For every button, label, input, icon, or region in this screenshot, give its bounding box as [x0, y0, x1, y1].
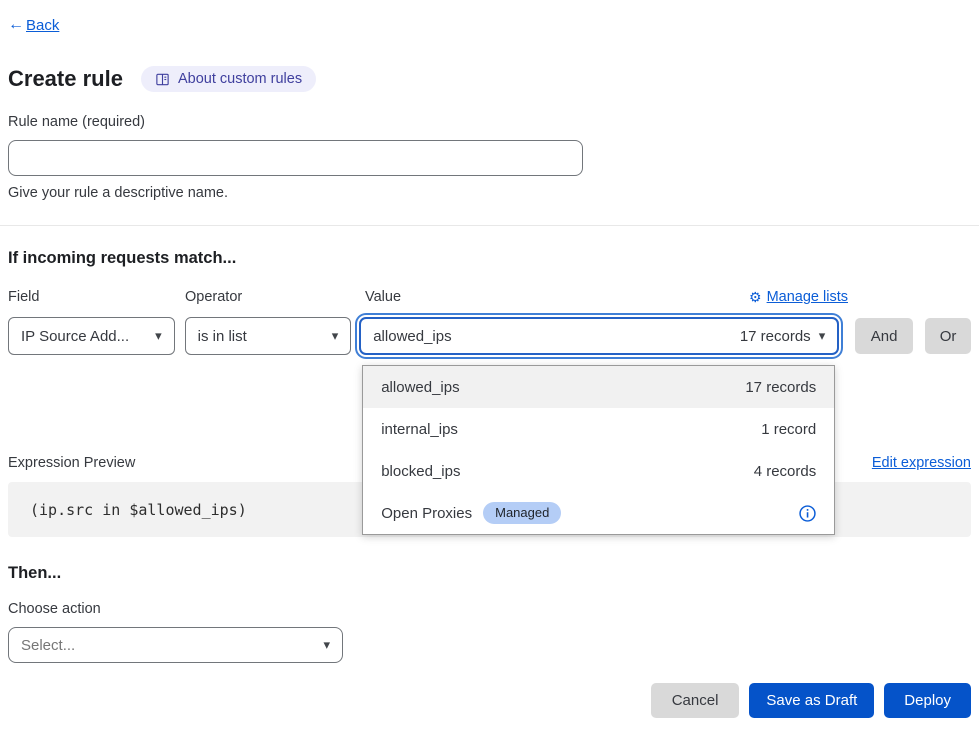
managed-badge: Managed: [483, 502, 561, 524]
value-select-value: allowed_ips: [373, 328, 451, 345]
list-option-name: blocked_ips: [381, 463, 460, 480]
manage-lists-label: Manage lists: [767, 289, 848, 306]
condition-labels-row: Field Operator Value ⚙ Manage lists: [8, 289, 971, 306]
list-option-name: internal_ips: [381, 421, 458, 438]
operator-select[interactable]: is in list ▾: [185, 317, 352, 355]
condition-controls-row: IP Source Add... ▾ is in list ▾ allowed_…: [8, 317, 971, 355]
manage-lists-link[interactable]: ⚙ Manage lists: [749, 289, 848, 306]
edit-expression-link[interactable]: Edit expression: [872, 454, 971, 472]
expression-preview-label: Expression Preview: [8, 454, 135, 472]
save-as-draft-button[interactable]: Save as Draft: [749, 683, 874, 718]
list-dropdown-panel: allowed_ips 17 records internal_ips 1 re…: [362, 365, 835, 535]
list-option-internal-ips[interactable]: internal_ips 1 record: [363, 408, 834, 450]
deploy-button[interactable]: Deploy: [884, 683, 971, 718]
list-option-meta: 4 records: [754, 463, 817, 480]
list-option-meta: 17 records: [745, 379, 816, 396]
action-select-placeholder: Select...: [21, 637, 75, 654]
create-rule-page: ←Back Create rule About custom rules Rul…: [0, 0, 979, 718]
back-button[interactable]: ←Back: [8, 16, 59, 34]
book-icon: [155, 72, 170, 87]
page-title: Create rule: [8, 66, 123, 92]
about-pill-label: About custom rules: [178, 70, 302, 88]
value-select-records: 17 records: [740, 328, 811, 345]
expression-code: (ip.src in $allowed_ips): [30, 501, 247, 519]
footer-actions: Cancel Save as Draft Deploy: [8, 683, 971, 718]
value-select-wrap: allowed_ips 17 records ▾ allowed_ips 17 …: [359, 317, 839, 355]
rule-name-input[interactable]: [8, 140, 583, 176]
about-custom-rules-link[interactable]: About custom rules: [141, 66, 316, 92]
section-divider: [0, 225, 979, 226]
back-label: Back: [26, 17, 59, 34]
match-section-heading: If incoming requests match...: [8, 248, 971, 268]
operator-label: Operator: [185, 289, 360, 306]
then-section-heading: Then...: [8, 563, 971, 583]
list-option-blocked-ips[interactable]: blocked_ips 4 records: [363, 450, 834, 492]
chevron-down-icon: ▾: [819, 328, 826, 344]
value-label: Value: [365, 289, 401, 306]
rule-name-label: Rule name (required): [8, 114, 971, 131]
field-label: Field: [8, 289, 185, 306]
field-select[interactable]: IP Source Add... ▾: [8, 317, 175, 355]
chevron-down-icon: ▾: [332, 328, 339, 344]
list-option-allowed-ips[interactable]: allowed_ips 17 records: [363, 366, 834, 408]
chevron-down-icon: ▾: [155, 328, 162, 344]
list-option-open-proxies[interactable]: Open Proxies Managed: [363, 492, 834, 534]
info-icon[interactable]: [799, 505, 816, 522]
value-select[interactable]: allowed_ips 17 records ▾: [359, 317, 839, 355]
operator-select-value: is in list: [198, 328, 247, 345]
choose-action-label: Choose action: [8, 601, 971, 618]
gear-icon: ⚙: [749, 289, 762, 306]
list-option-name: Open Proxies: [381, 505, 472, 522]
rule-name-helper: Give your rule a descriptive name.: [8, 185, 971, 202]
field-select-value: IP Source Add...: [21, 328, 129, 345]
list-option-meta: 1 record: [761, 421, 816, 438]
cancel-button[interactable]: Cancel: [651, 683, 740, 718]
action-select[interactable]: Select... ▾: [8, 627, 343, 663]
list-option-name: allowed_ips: [381, 379, 459, 396]
chevron-down-icon: ▾: [323, 637, 330, 653]
or-button[interactable]: Or: [925, 318, 971, 354]
back-arrow-icon: ←: [8, 16, 24, 34]
and-button[interactable]: And: [855, 318, 913, 354]
title-row: Create rule About custom rules: [8, 66, 971, 92]
back-row: ←Back: [8, 16, 971, 34]
